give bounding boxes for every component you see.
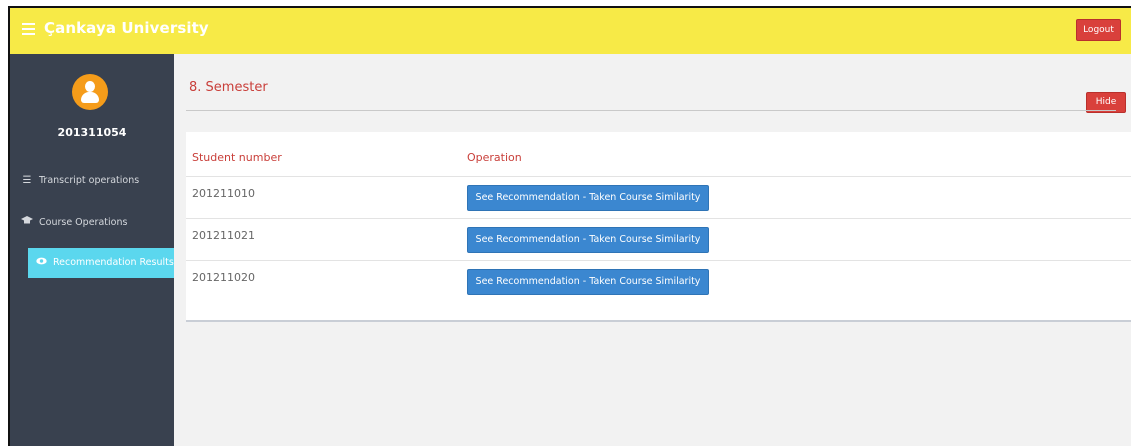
sidebar-item-recommendation-results[interactable]: Recommendation Results: [28, 248, 174, 278]
section-title: 8. Semester: [189, 80, 268, 95]
list-icon: ☰: [22, 175, 32, 186]
column-header-student-number: Student number: [192, 151, 282, 164]
see-recommendation-button[interactable]: See Recommendation - Taken Course Simila…: [467, 227, 709, 253]
sidebar-item-label: Transcript operations: [39, 175, 140, 186]
results-table: Student number Operation 201211010 See R…: [186, 132, 1131, 322]
brand-title[interactable]: Çankaya University: [44, 19, 209, 37]
sidebar-item-label: Recommendation Results: [53, 257, 174, 268]
top-bar: Çankaya University Logout: [10, 8, 1131, 54]
graduation-cap-icon: [20, 208, 34, 238]
avatar: [72, 74, 108, 110]
eye-icon: [34, 248, 48, 278]
divider: [186, 110, 1116, 111]
main-content: 8. Semester Hide Student number Operatio…: [174, 54, 1131, 446]
hamburger-menu-icon[interactable]: [22, 23, 35, 35]
table-row: 201211021 See Recommendation - Taken Cou…: [186, 218, 1131, 261]
sidebar: 201311054 ☰ Transcript operations Course …: [10, 54, 174, 446]
column-header-operation: Operation: [467, 151, 522, 164]
user-id: 201311054: [57, 126, 127, 139]
sidebar-item-transcript-operations[interactable]: ☰ Transcript operations: [10, 166, 170, 196]
sidebar-item-label: Course Operations: [39, 217, 128, 228]
sidebar-item-course-operations[interactable]: Course Operations: [10, 208, 170, 238]
user-icon: [85, 81, 95, 92]
table-row: 201211020 See Recommendation - Taken Cou…: [186, 260, 1131, 303]
see-recommendation-button[interactable]: See Recommendation - Taken Course Simila…: [467, 185, 709, 211]
logout-button[interactable]: Logout: [1076, 19, 1121, 41]
student-number: 201211020: [192, 271, 255, 284]
student-number: 201211010: [192, 187, 255, 200]
table-row: 201211010 See Recommendation - Taken Cou…: [186, 176, 1131, 219]
app-window: Çankaya University Logout 201311054 ☰ Tra…: [8, 6, 1131, 446]
student-number: 201211021: [192, 229, 255, 242]
see-recommendation-button[interactable]: See Recommendation - Taken Course Simila…: [467, 269, 709, 295]
